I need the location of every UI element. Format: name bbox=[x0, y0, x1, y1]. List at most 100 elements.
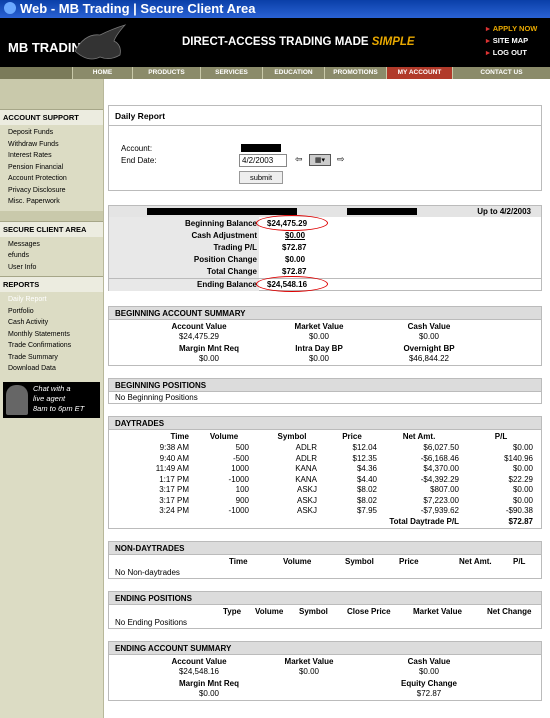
arrow-right-icon[interactable]: ⇨ bbox=[337, 154, 345, 165]
beginning-account-summary: BEGINNING ACCOUNT SUMMARY Account Value … bbox=[108, 306, 542, 366]
nav-education[interactable]: EDUCATION bbox=[262, 67, 324, 79]
sidebar-item-efunds[interactable]: efunds bbox=[0, 250, 103, 262]
live-chat-banner[interactable]: Chat with a live agent 8am to 6pm ET bbox=[3, 381, 100, 418]
daytrade-cell: -$7,939.62 bbox=[420, 506, 459, 515]
tagline: DIRECT-ACCESS TRADING MADE SIMPLE bbox=[182, 36, 415, 48]
total-change-value: $72.87 bbox=[282, 267, 307, 276]
daytrade-cell: KANA bbox=[295, 474, 317, 484]
apply-now-link[interactable]: ▸ APPLY NOW bbox=[486, 23, 537, 35]
daytrade-cell: $4.40 bbox=[356, 474, 377, 484]
nav-my-account[interactable]: MY ACCOUNT bbox=[386, 67, 452, 79]
daytrade-cell: 3:17 PM bbox=[159, 485, 189, 494]
arrow-left-icon[interactable]: ⇦ bbox=[295, 154, 303, 165]
sidebar: ACCOUNT SUPPORT Deposit Funds Withdraw F… bbox=[0, 79, 104, 718]
daytrade-cell: 100 bbox=[235, 485, 249, 494]
position-change-label: Position Change bbox=[193, 255, 257, 264]
total-change-label: Total Change bbox=[206, 267, 257, 276]
redacted-account bbox=[241, 144, 281, 152]
sidebar-item-monthly-statements[interactable]: Monthly Statements bbox=[0, 329, 103, 341]
nav-promotions[interactable]: PROMOTIONS bbox=[324, 67, 386, 79]
arrow-icon: ▸ bbox=[486, 48, 490, 57]
daytrade-cell: $140.96 bbox=[504, 453, 533, 463]
daily-report-form: Daily Report Account: End Date: ⇦ ▦▾ ⇨ s… bbox=[108, 105, 542, 191]
sidebar-item-pension-financial[interactable]: Pension Financial bbox=[0, 162, 103, 174]
sidebar-item-misc-paperwork[interactable]: Misc. Paperwork bbox=[0, 196, 103, 208]
daytrade-cell: 1000 bbox=[231, 464, 249, 473]
daytrade-cell: 9:40 AM bbox=[159, 453, 189, 463]
sidebar-item-daily-report[interactable]: Daily Report bbox=[0, 294, 103, 306]
window-title: Web - MB Trading | Secure Client Area bbox=[20, 1, 256, 16]
daytrade-cell: ASKJ bbox=[296, 506, 317, 515]
daytrade-cell: 11:49 AM bbox=[155, 464, 189, 473]
sidebar-item-interest-rates[interactable]: Interest Rates bbox=[0, 150, 103, 162]
non-daytrades-section: NON-DAYTRADES Time Volume Symbol Price N… bbox=[108, 541, 542, 579]
sidebar-item-messages[interactable]: Messages bbox=[0, 239, 103, 251]
nav-home[interactable]: HOME bbox=[72, 67, 132, 79]
daytrades-column-header: Net Amt. bbox=[402, 432, 436, 441]
ending-account-summary: ENDING ACCOUNT SUMMARY Account Value $24… bbox=[108, 641, 542, 701]
daytrade-cell: $7,223.00 bbox=[423, 495, 459, 505]
daytrades-column-header: Volume bbox=[209, 432, 239, 441]
sidebar-item-trade-summary[interactable]: Trade Summary bbox=[0, 352, 103, 364]
sidebar-item-privacy-disclosure[interactable]: Privacy Disclosure bbox=[0, 185, 103, 197]
daytrade-cell: -$90.38 bbox=[505, 506, 533, 515]
page-title: Daily Report bbox=[115, 111, 166, 121]
up-to-date: Up to 4/2/2003 bbox=[477, 207, 531, 216]
log-out-link[interactable]: ▸ LOG OUT bbox=[486, 47, 537, 59]
section-title: BEGINNING POSITIONS bbox=[109, 379, 541, 392]
nav-products[interactable]: PRODUCTS bbox=[132, 67, 200, 79]
daytrades-column-header: Time bbox=[170, 432, 189, 441]
bull-logo-icon bbox=[74, 24, 127, 60]
section-title: ENDING POSITIONS bbox=[109, 592, 541, 605]
sidebar-item-download-data[interactable]: Download Data bbox=[0, 363, 103, 375]
daytrade-cell: $8.02 bbox=[356, 485, 377, 494]
daytrade-cell: $0.00 bbox=[512, 464, 533, 473]
daytrade-cell: -500 bbox=[232, 453, 249, 463]
empty-message: No Beginning Positions bbox=[115, 393, 198, 402]
section-title: ENDING ACCOUNT SUMMARY bbox=[109, 642, 541, 655]
browser-icon bbox=[4, 2, 16, 14]
sidebar-item-trade-confirmations[interactable]: Trade Confirmations bbox=[0, 340, 103, 352]
cash-adjustment-label: Cash Adjustment bbox=[191, 231, 258, 240]
daytrade-cell: -$6,168.46 bbox=[420, 453, 459, 463]
daytrades-column-header: Price bbox=[342, 432, 362, 441]
cash-adjustment-value[interactable]: $0.00 bbox=[285, 231, 305, 240]
sidebar-item-withdraw-funds[interactable]: Withdraw Funds bbox=[0, 139, 103, 151]
daytrades-column-header: P/L bbox=[494, 432, 508, 441]
position-change-value: $0.00 bbox=[285, 255, 306, 264]
agent-avatar bbox=[6, 384, 28, 415]
daytrade-cell: ASKJ bbox=[296, 485, 317, 494]
daytrade-cell: 1:17 PM bbox=[159, 474, 189, 484]
nav-contact-us[interactable]: CONTACT US bbox=[452, 67, 550, 79]
submit-button[interactable]: submit bbox=[239, 171, 283, 184]
sidebar-item-user-info[interactable]: User Info bbox=[0, 262, 103, 274]
daytrade-cell: ADLR bbox=[295, 443, 317, 452]
end-date-input[interactable] bbox=[239, 154, 287, 167]
daytrades-section: DAYTRADES Time Volume Symbol Price Net Amt. P… bbox=[108, 416, 542, 529]
daytrade-cell: $7.95 bbox=[356, 506, 377, 515]
daytrade-cell: 3:17 PM bbox=[159, 495, 189, 505]
sidebar-item-deposit-funds[interactable]: Deposit Funds bbox=[0, 127, 103, 139]
section-title: BEGINNING ACCOUNT SUMMARY bbox=[109, 307, 541, 320]
highlight-circle bbox=[256, 215, 328, 231]
calendar-icon[interactable]: ▦▾ bbox=[309, 154, 331, 166]
daytrade-cell: 500 bbox=[235, 443, 249, 452]
nav-services[interactable]: SERVICES bbox=[200, 67, 262, 79]
redacted-name bbox=[147, 208, 297, 215]
site-map-link[interactable]: ▸ SITE MAP bbox=[486, 35, 537, 47]
daytrade-cell: $807.00 bbox=[430, 485, 459, 494]
daytrade-cell: $4,370.00 bbox=[423, 464, 459, 473]
daytrade-cell: KANA bbox=[295, 464, 317, 473]
sidebar-heading-account-support: ACCOUNT SUPPORT bbox=[0, 109, 103, 125]
sidebar-item-account-protection[interactable]: Account Protection bbox=[0, 173, 103, 185]
site-header: MB TRADING DIRECT-ACCESS TRADING MADE SI… bbox=[0, 18, 550, 67]
beginning-balance-label: Beginning Balance bbox=[184, 219, 257, 228]
sidebar-item-cash-activity[interactable]: Cash Activity bbox=[0, 317, 103, 329]
daytrade-cell: $0.00 bbox=[512, 485, 533, 494]
daytrade-cell: 9:38 AM bbox=[159, 443, 189, 452]
sidebar-item-portfolio[interactable]: Portfolio bbox=[0, 306, 103, 318]
highlight-circle bbox=[256, 276, 328, 292]
trading-pl-label: Trading P/L bbox=[213, 243, 257, 252]
daytrade-cell: $12.04 bbox=[352, 443, 377, 452]
arrow-icon: ▸ bbox=[486, 36, 490, 45]
